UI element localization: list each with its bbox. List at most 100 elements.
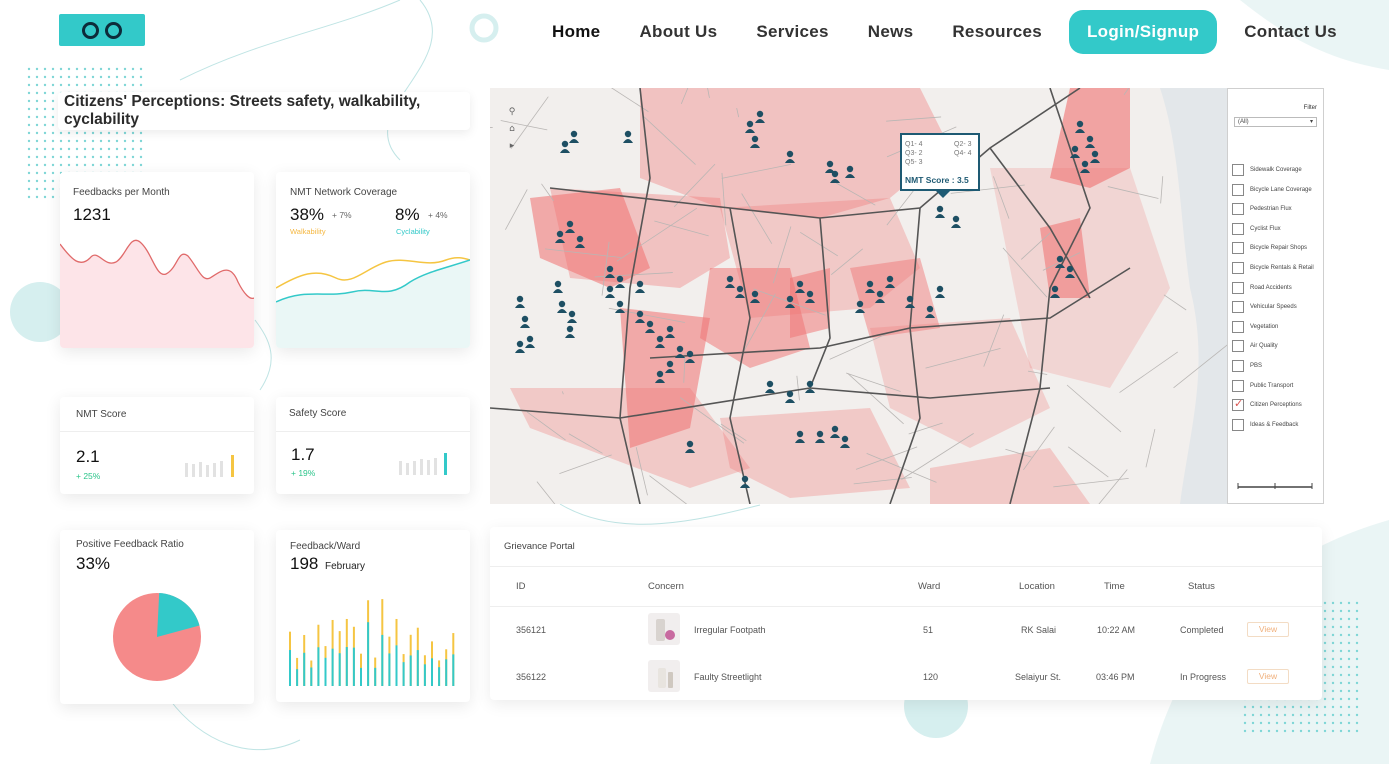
layer-option[interactable]: Vehicular Speeds	[1232, 300, 1297, 314]
map-arrow-icon[interactable]: ▸	[506, 140, 518, 152]
concern-thumbnail	[648, 660, 680, 692]
feedbacks-card[interactable]: Feedbacks per Month 1231	[60, 172, 254, 348]
positive-feedback-value: 33%	[76, 554, 111, 573]
view-button[interactable]: View	[1247, 622, 1289, 637]
layer-label: Air Quality	[1250, 343, 1278, 350]
map-view[interactable]: ⚲ ⌂ ▸ Q1- 4 Q2- 3 Q3- 2 Q4- 4 Q5- 3 NMT …	[490, 88, 1324, 504]
nav-services[interactable]: Services	[744, 22, 840, 42]
layer-checkbox[interactable]	[1232, 183, 1244, 196]
map-tooltip: Q1- 4 Q2- 3 Q3- 2 Q4- 4 Q5- 3 NMT Score …	[900, 133, 980, 198]
nmt-score-card[interactable]: NMT Score 2.1 + 25%	[60, 397, 254, 494]
feedback-ward-month: February	[325, 561, 366, 572]
feedbacks-value: 1231	[73, 205, 111, 224]
feedback-ward-bars	[289, 599, 455, 686]
logo[interactable]	[59, 14, 145, 46]
layer-label: Bicycle Repair Shops	[1250, 245, 1308, 252]
feedback-ward-card[interactable]: Feedback/Ward 198 February	[276, 530, 470, 702]
coverage-card[interactable]: NMT Network Coverage 38% + 7% Walkabilit…	[276, 172, 470, 348]
nmt-mini-bars	[185, 455, 234, 477]
feedbacks-sparkline	[60, 239, 254, 348]
safety-score-card[interactable]: Safety Score 1.7 + 19%	[276, 397, 470, 494]
safety-score-value: 1.7	[291, 445, 315, 464]
concern-thumbnail	[648, 613, 680, 645]
layer-option[interactable]: Ideas & Feedback	[1232, 418, 1298, 432]
layer-label: Bicycle Rentals & Retail	[1250, 265, 1314, 271]
layer-label: Bicycle Lane Coverage	[1250, 186, 1312, 193]
nmt-score-value: 2.1	[76, 447, 100, 466]
safety-mini-bars	[399, 453, 447, 475]
positive-feedback-card[interactable]: Positive Feedback Ratio 33%	[60, 530, 254, 704]
layer-checkbox[interactable]	[1232, 320, 1244, 333]
col-header-id: ID	[516, 581, 526, 592]
nav-resources[interactable]: Resources	[940, 22, 1054, 42]
layer-checkbox[interactable]	[1232, 360, 1244, 372]
row-concern: Irregular Footpath	[694, 625, 766, 635]
layer-checkbox[interactable]	[1232, 203, 1244, 216]
row-status: In Progress	[1180, 672, 1227, 682]
layer-option[interactable]: Road Accidents	[1232, 281, 1292, 295]
layer-option[interactable]: Vegetation	[1232, 320, 1278, 334]
tooltip-q3: Q3- 2	[905, 150, 923, 157]
view-button[interactable]: View	[1247, 669, 1289, 684]
row-concern: Faulty Streetlight	[694, 672, 762, 682]
zoom-search-icon[interactable]: ⚲	[506, 106, 518, 118]
layer-checkbox[interactable]	[1232, 301, 1244, 314]
layer-option[interactable]: Bicycle Repair Shops	[1232, 241, 1307, 255]
row-time: 03:46 PM	[1096, 672, 1135, 682]
layer-checkbox[interactable]	[1232, 222, 1244, 235]
layer-option[interactable]: Sidewalk Coverage	[1232, 163, 1302, 177]
cyclability-label: Cyclability	[396, 227, 430, 236]
login-signup-button[interactable]: Login/Signup	[1069, 10, 1218, 54]
main-nav: Home About Us Services News Resources Lo…	[540, 10, 1349, 54]
layer-label: Pedestrian Flux	[1250, 206, 1292, 213]
col-header-status: Status	[1188, 581, 1215, 592]
row-ward: 120	[923, 672, 939, 682]
layer-option[interactable]: Pedestrian Flux	[1232, 202, 1292, 216]
divider	[60, 431, 254, 432]
layer-option[interactable]: Cyclist Flux	[1232, 222, 1281, 236]
nav-news[interactable]: News	[856, 22, 926, 42]
grievance-title: Grievance Portal	[504, 541, 575, 552]
row-location: RK Salai	[1021, 625, 1057, 635]
map-layer-panel: Filter (All) ▾ Sidewalk Coverage Bicycle …	[1227, 88, 1324, 504]
divider	[276, 431, 470, 432]
page-title-card: Citizens' Perceptions: Streets safety, w…	[58, 92, 470, 130]
layer-checkbox[interactable]	[1232, 418, 1244, 431]
nav-contact-us[interactable]: Contact Us	[1232, 22, 1349, 42]
layer-label: Ideas & Feedback	[1250, 421, 1299, 428]
layer-label: Sidewalk Coverage	[1250, 167, 1302, 173]
layer-option[interactable]: PBS	[1232, 359, 1262, 373]
col-header-location: Location	[1019, 581, 1055, 592]
safety-score-delta: + 19%	[291, 468, 316, 478]
filter-select-value: (All)	[1238, 119, 1249, 125]
layer-checkbox[interactable]	[1232, 340, 1244, 353]
walkability-delta: + 7%	[332, 210, 352, 220]
nav-home[interactable]: Home	[540, 22, 612, 42]
logo-ring-icon	[105, 21, 122, 39]
cyclability-delta: + 4%	[428, 210, 448, 220]
safety-score-label: Safety Score	[289, 408, 347, 419]
layer-checkbox[interactable]	[1232, 242, 1244, 255]
layer-checkbox[interactable]	[1232, 397, 1244, 412]
layer-option[interactable]: Bicycle Rentals & Retail	[1232, 261, 1314, 275]
filter-select[interactable]: (All) ▾	[1234, 117, 1317, 127]
layer-checkbox[interactable]	[1232, 262, 1244, 274]
layer-option[interactable]: Bicycle Lane Coverage	[1232, 183, 1312, 197]
logo-ring-icon	[82, 21, 99, 39]
layer-option[interactable]: Air Quality	[1232, 339, 1278, 353]
feedback-ward-value: 198	[290, 554, 319, 573]
layer-option[interactable]: Citizen Perceptions	[1232, 397, 1302, 412]
layer-checkbox[interactable]	[1232, 281, 1244, 294]
positive-feedback-label: Positive Feedback Ratio	[76, 539, 184, 550]
layer-checkbox[interactable]	[1232, 164, 1244, 176]
layer-checkbox[interactable]	[1232, 379, 1244, 392]
layer-option[interactable]: Public Transport	[1232, 379, 1293, 393]
map-home-icon[interactable]: ⌂	[506, 123, 518, 135]
nav-about-us[interactable]: About Us	[627, 22, 729, 42]
nmt-score-label: NMT Score	[76, 409, 127, 420]
col-header-concern: Concern	[648, 581, 684, 592]
layer-label: Public Transport	[1250, 382, 1294, 389]
page-title: Citizens' Perceptions: Streets safety, w…	[64, 93, 421, 128]
tooltip-q5: Q5- 3	[905, 159, 923, 166]
feedback-ward-label: Feedback/Ward	[290, 541, 361, 552]
